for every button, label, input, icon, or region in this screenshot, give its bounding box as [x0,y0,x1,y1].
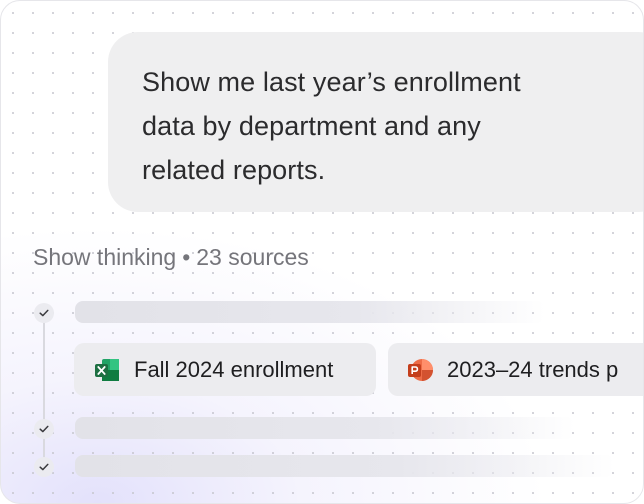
timeline-line [43,319,45,467]
user-message-line: Show me last year’s enrollment [142,67,521,97]
source-chip-label: 2023–24 trends p [447,356,619,382]
show-thinking-toggle[interactable]: Show thinking [33,244,176,270]
user-message-text: Show me last year’s enrollment data by d… [142,60,602,192]
source-chip-label: Fall 2024 enrollment [134,356,334,382]
check-icon [34,457,54,477]
thinking-step-placeholder [75,455,615,477]
check-icon [34,419,54,439]
check-icon [34,303,54,323]
chat-card: Show me last year’s enrollment data by d… [0,0,644,504]
user-message-bubble: Show me last year’s enrollment data by d… [108,32,643,212]
thinking-step-placeholder [75,301,545,323]
sources-count[interactable]: 23 sources [196,244,309,270]
separator-dot: • [182,244,191,270]
user-message-line: related reports. [142,155,326,185]
powerpoint-icon [407,358,433,382]
excel-icon [94,358,120,382]
source-chip-2023-24-trends[interactable]: 2023–24 trends p [388,343,643,396]
thinking-summary: Show thinking • 23 sources [33,244,309,271]
thinking-step-placeholder [75,417,575,439]
user-message-line: data by department and any [142,111,481,141]
source-chip-fall-2024-enrollment[interactable]: Fall 2024 enrollment [74,343,376,396]
